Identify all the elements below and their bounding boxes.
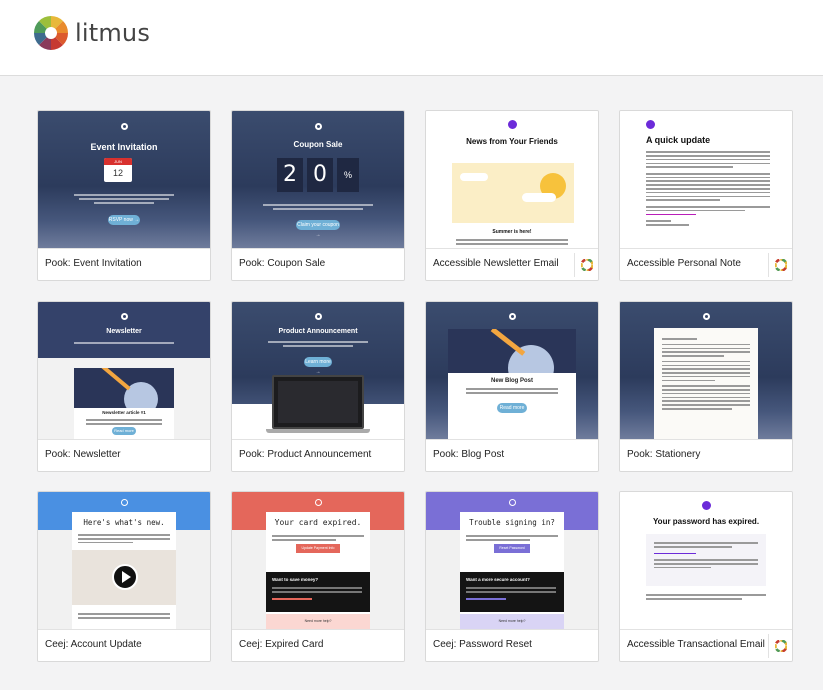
card-footer: Accessible Personal Note (620, 248, 792, 280)
template-card-blog-post[interactable]: New Blog Post Read more → Pook: Blog Pos… (425, 301, 599, 472)
thumb-body-text (646, 149, 770, 228)
card-footer: Pook: Coupon Sale (232, 248, 404, 280)
template-name: Pook: Coupon Sale (239, 258, 326, 269)
brand-logo-icon (702, 501, 711, 510)
thumb-body-text (74, 192, 174, 206)
template-thumbnail: New Blog Post Read more → (426, 302, 598, 439)
brand-dot-icon (121, 499, 128, 506)
template-name: Pook: Newsletter (45, 449, 121, 460)
thumb-title: Your card expired. (274, 518, 362, 527)
calendar-icon: JUN 12 (104, 158, 132, 182)
play-icon (122, 571, 131, 583)
coupon-digit: 0 (307, 158, 333, 192)
card-footer: Pook: Stationery (620, 439, 792, 471)
template-name: Pook: Product Announcement (239, 449, 372, 460)
card-footer: Pook: Blog Post (426, 439, 598, 471)
thumb-title: Coupon Sale (293, 140, 343, 149)
brand-logo-icon (508, 120, 517, 129)
template-card-stationery[interactable]: Pook: Stationery (619, 301, 793, 472)
thumb-title: Here's what's new. (83, 518, 165, 527)
thumb-title: Your password has expired. (652, 517, 760, 526)
brand-dot-icon (315, 499, 322, 506)
card-footer: Ceej: Expired Card (232, 629, 404, 661)
thumb-title: Newsletter (106, 328, 142, 335)
litmus-icon (574, 253, 598, 277)
thumb-title: Event Invitation (90, 142, 158, 152)
template-thumbnail: Your password has expired. (620, 492, 792, 629)
template-thumbnail: Trouble signing in? Reset Password Want … (426, 492, 598, 629)
laptop-illustration (272, 375, 364, 429)
planet-illustration (74, 368, 174, 408)
template-thumbnail: News from Your Friends Summer is here! (426, 111, 598, 248)
template-thumbnail: Here's what's new. (38, 492, 210, 629)
brand-dot-icon (314, 313, 322, 320)
template-thumbnail: Product Announcement Learn more → (232, 302, 404, 439)
template-thumbnail: Your card expired. Update Payment Info W… (232, 492, 404, 629)
brand-logo-icon (646, 120, 655, 129)
brand-dot-icon (509, 499, 516, 506)
app-name: litmus (75, 19, 151, 47)
coupon-percent: % (337, 158, 359, 192)
template-name: Accessible Personal Note (627, 258, 741, 269)
template-thumbnail: Newsletter Newsletter article #1 Read mo… (38, 302, 210, 439)
thumb-title: Product Announcement (278, 328, 358, 335)
brand-dot-icon (702, 313, 710, 320)
litmus-logo[interactable]: litmus (33, 15, 150, 51)
template-card-product-announcement[interactable]: Product Announcement Learn more → Pook: … (231, 301, 405, 472)
template-card-expired-card[interactable]: Your card expired. Update Payment Info W… (231, 491, 405, 662)
template-name: Accessible Transactional Email (627, 639, 765, 650)
litmus-icon (768, 634, 792, 658)
rocket-planet-illustration (448, 329, 576, 373)
video-thumbnail (72, 550, 176, 605)
template-name: Pook: Blog Post (433, 449, 505, 460)
template-card-event-invitation[interactable]: Event Invitation JUN 12 RSVP now → Pook:… (37, 110, 211, 281)
card-footer: Ceej: Password Reset (426, 629, 598, 661)
template-thumbnail: Event Invitation JUN 12 RSVP now → (38, 111, 210, 248)
card-footer: Pook: Newsletter (38, 439, 210, 471)
article-card: Newsletter article #1 Read more → (74, 368, 174, 439)
brand-dot-icon (120, 313, 128, 320)
card-footer: Pook: Event Invitation (38, 248, 210, 280)
thumb-button: RSVP now → (108, 215, 140, 225)
template-card-coupon-sale[interactable]: Coupon Sale 2 0 % Claim your coupon → Po… (231, 110, 405, 281)
thumb-title: New Blog Post (490, 378, 533, 384)
card-footer: Accessible Newsletter Email (426, 248, 598, 280)
thumb-title: A quick update (646, 135, 711, 145)
template-card-newsletter[interactable]: Newsletter Newsletter article #1 Read mo… (37, 301, 211, 472)
card-footer: Ceej: Account Update (38, 629, 210, 661)
thumb-title: News from Your Friends (466, 137, 558, 146)
template-thumbnail: A quick update (620, 111, 792, 248)
brand-dot-icon (314, 123, 322, 130)
thumb-body-text (263, 202, 373, 212)
stationery-paper (654, 328, 758, 439)
template-name: Ceej: Password Reset (433, 639, 532, 650)
template-name: Ceej: Expired Card (239, 639, 324, 650)
brand-dot-icon (508, 313, 516, 320)
card-footer: Accessible Transactional Email (620, 629, 792, 661)
template-card-accessible-transactional[interactable]: Your password has expired. Accessible Tr… (619, 491, 793, 662)
hero-illustration (452, 163, 574, 223)
thumb-title: Trouble signing in? (469, 518, 555, 527)
template-name: Pook: Event Invitation (45, 258, 142, 269)
thumb-button: Claim your coupon → (296, 220, 340, 238)
template-name: Accessible Newsletter Email (433, 258, 559, 269)
template-card-account-update[interactable]: Here's what's new. Ceej: Account Update (37, 491, 211, 662)
brand-dot-icon (120, 123, 128, 130)
template-thumbnail (620, 302, 792, 439)
litmus-icon (768, 253, 792, 277)
thumb-subtitle: Summer is here! (492, 229, 532, 235)
app-header: litmus (0, 0, 823, 76)
card-footer: Pook: Product Announcement (232, 439, 404, 471)
litmus-logo-icon (34, 16, 68, 50)
template-thumbnail: Coupon Sale 2 0 % Claim your coupon → (232, 111, 404, 248)
template-name: Ceej: Account Update (45, 639, 142, 650)
template-card-accessible-newsletter[interactable]: News from Your Friends Summer is here! A… (425, 110, 599, 281)
coupon-digit: 2 (277, 158, 303, 192)
template-card-password-reset[interactable]: Trouble signing in? Reset Password Want … (425, 491, 599, 662)
template-card-accessible-personal-note[interactable]: A quick update Accessible Personal Note (619, 110, 793, 281)
template-name: Pook: Stationery (627, 449, 701, 460)
